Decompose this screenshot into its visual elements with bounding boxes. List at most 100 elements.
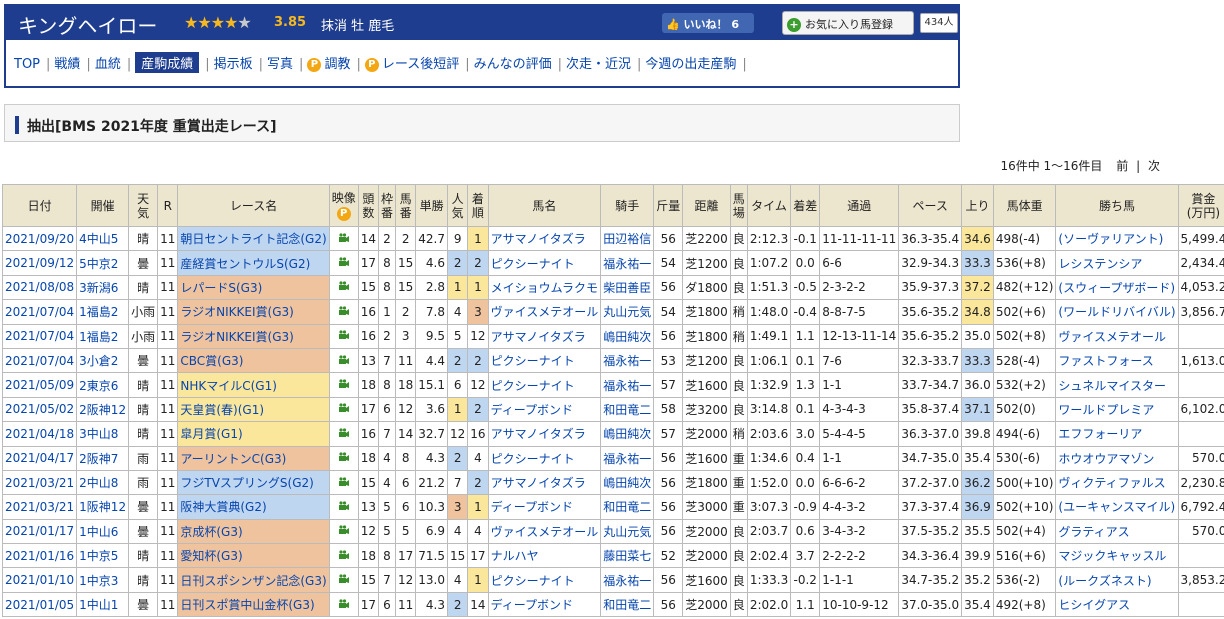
nav-item-9[interactable]: 次走・近況 — [566, 53, 631, 72]
table-cell[interactable]: 丸山元気 — [600, 518, 655, 545]
table-cell[interactable]: 日刊スポ賞中山金杯(G3) — [177, 591, 330, 618]
table-cell[interactable]: 2021/03/21 — [1, 469, 78, 496]
table-cell[interactable]: 3中山8 — [76, 421, 130, 447]
table-cell[interactable]: 3小倉2 — [76, 347, 130, 374]
table-cell[interactable]: レパードS(G3) — [177, 274, 330, 301]
video-camera-icon[interactable] — [328, 274, 359, 301]
table-cell[interactable]: (ユーキャンスマイル) — [1055, 494, 1179, 520]
table-cell[interactable]: 2021/04/18 — [1, 421, 78, 447]
table-cell[interactable]: 福永祐一 — [600, 347, 655, 374]
table-cell[interactable]: 田辺裕信 — [600, 225, 655, 252]
table-cell[interactable]: ナルハヤ — [487, 543, 602, 569]
pager-prev[interactable]: 前 — [1116, 159, 1128, 173]
table-cell[interactable]: 2中山8 — [76, 469, 130, 496]
video-camera-icon[interactable] — [328, 445, 359, 471]
table-cell[interactable]: 3新潟6 — [76, 274, 130, 301]
table-cell[interactable]: フジTVスプリングS(G2) — [177, 469, 330, 496]
nav-item-1[interactable]: 戦績 — [54, 53, 80, 72]
table-cell[interactable]: 産経賞セントウルS(G2) — [177, 250, 330, 276]
table-cell[interactable]: 2021/01/10 — [1, 567, 78, 593]
video-camera-icon[interactable] — [328, 567, 359, 593]
table-cell[interactable]: 愛知杯(G3) — [177, 543, 330, 569]
table-cell[interactable]: アーリントンC(G3) — [177, 445, 330, 471]
nav-item-2[interactable]: 血統 — [95, 53, 121, 72]
video-camera-icon[interactable] — [328, 543, 359, 569]
video-camera-icon[interactable] — [328, 323, 359, 349]
table-cell[interactable]: (スウィープザボード) — [1055, 274, 1179, 301]
table-cell[interactable]: 2021/01/05 — [1, 591, 78, 618]
video-camera-icon[interactable] — [328, 494, 359, 520]
table-cell[interactable]: ディープボンド — [487, 591, 602, 618]
table-cell[interactable]: ワールドプレミア — [1055, 396, 1179, 423]
table-cell[interactable]: 2021/01/17 — [1, 518, 78, 545]
video-camera-icon[interactable] — [328, 372, 359, 398]
table-cell[interactable]: 2東京6 — [76, 372, 130, 398]
table-cell[interactable]: 和田竜二 — [600, 396, 655, 423]
table-cell[interactable]: ラジオNIKKEI賞(G3) — [177, 299, 330, 325]
table-cell[interactable]: 嶋田純次 — [600, 469, 655, 496]
table-cell[interactable]: 1中京5 — [76, 543, 130, 569]
table-cell[interactable]: 藤田菜七 — [600, 543, 655, 569]
table-cell[interactable]: (ルークズネスト) — [1055, 567, 1179, 593]
table-cell[interactable]: ディープボンド — [487, 494, 602, 520]
like-button[interactable]: 👍 いいね！ 6 — [662, 13, 754, 33]
table-cell[interactable]: ヒシイグアス — [1055, 591, 1179, 618]
table-cell[interactable]: 天皇賞(春)(G1) — [177, 396, 330, 423]
table-cell[interactable]: 2021/01/16 — [1, 543, 78, 569]
table-cell[interactable]: 阪神大賞典(G2) — [177, 494, 330, 520]
table-cell[interactable]: 2阪神12 — [76, 396, 130, 423]
table-cell[interactable]: 2021/05/02 — [1, 396, 78, 423]
table-cell[interactable]: 和田竜二 — [600, 591, 655, 618]
nav-item-3[interactable]: 産駒成績 — [135, 52, 200, 73]
favorite-register-button[interactable]: + お気に入り馬登録 — [782, 11, 914, 35]
table-cell[interactable]: メイショウムラクモ — [487, 274, 602, 301]
table-cell[interactable]: ファストフォース — [1055, 347, 1179, 374]
table-cell[interactable]: (ワールドリバイバル) — [1055, 299, 1179, 325]
table-cell[interactable]: 嶋田純次 — [600, 421, 655, 447]
table-cell[interactable]: 朝日セントライト記念(G2) — [177, 225, 330, 252]
table-cell[interactable]: 4中山5 — [76, 225, 130, 252]
table-cell[interactable]: グラティアス — [1055, 518, 1179, 545]
table-cell[interactable]: 皐月賞(G1) — [177, 421, 330, 447]
table-cell[interactable]: 1中山1 — [76, 591, 130, 618]
table-cell[interactable]: ピクシーナイト — [487, 347, 602, 374]
video-camera-icon[interactable] — [328, 347, 359, 374]
video-camera-icon[interactable] — [328, 421, 359, 447]
table-cell[interactable]: 福永祐一 — [600, 372, 655, 398]
table-cell[interactable]: 1福島2 — [76, 323, 130, 349]
table-cell[interactable]: 2021/03/21 — [1, 494, 78, 520]
table-cell[interactable]: マジックキャッスル — [1055, 543, 1179, 569]
table-cell[interactable]: (ソーヴァリアント) — [1055, 225, 1179, 252]
nav-item-5[interactable]: 写真 — [267, 53, 293, 72]
video-camera-icon[interactable] — [328, 396, 359, 423]
table-cell[interactable]: 2021/09/20 — [1, 225, 78, 252]
table-cell[interactable]: ヴァイスメテオール — [487, 299, 602, 325]
table-cell[interactable]: 1中山6 — [76, 518, 130, 545]
table-cell[interactable]: 2021/07/04 — [1, 323, 78, 349]
table-cell[interactable]: ピクシーナイト — [487, 445, 602, 471]
table-cell[interactable]: アサマノイタズラ — [487, 469, 602, 496]
table-cell[interactable]: CBC賞(G3) — [177, 347, 330, 374]
video-camera-icon[interactable] — [328, 225, 359, 252]
table-cell[interactable]: 1福島2 — [76, 299, 130, 325]
table-cell[interactable]: NHKマイルC(G1) — [177, 372, 330, 398]
table-cell[interactable]: レシステンシア — [1055, 250, 1179, 276]
table-cell[interactable]: ヴァイスメテオール — [1055, 323, 1179, 349]
table-cell[interactable]: ディープボンド — [487, 396, 602, 423]
nav-item-6[interactable]: P 調教 — [307, 53, 350, 72]
table-cell[interactable]: アサマノイタズラ — [487, 421, 602, 447]
table-cell[interactable]: 2021/05/09 — [1, 372, 78, 398]
table-cell[interactable]: 2021/07/04 — [1, 299, 78, 325]
table-cell[interactable]: 丸山元気 — [600, 299, 655, 325]
nav-item-0[interactable]: TOP — [14, 57, 40, 72]
table-cell[interactable]: 2021/09/12 — [1, 250, 78, 276]
table-cell[interactable]: ヴィクティファルス — [1055, 469, 1179, 496]
table-cell[interactable]: ラジオNIKKEI賞(G3) — [177, 323, 330, 349]
nav-item-10[interactable]: 今週の出走産駒 — [645, 53, 736, 72]
table-cell[interactable]: シュネルマイスター — [1055, 372, 1179, 398]
table-cell[interactable]: 柴田善臣 — [600, 274, 655, 301]
table-cell[interactable]: ピクシーナイト — [487, 250, 602, 276]
pager-next[interactable]: 次 — [1148, 159, 1160, 173]
table-cell[interactable]: 1阪神12 — [76, 494, 130, 520]
table-cell[interactable]: 和田竜二 — [600, 494, 655, 520]
